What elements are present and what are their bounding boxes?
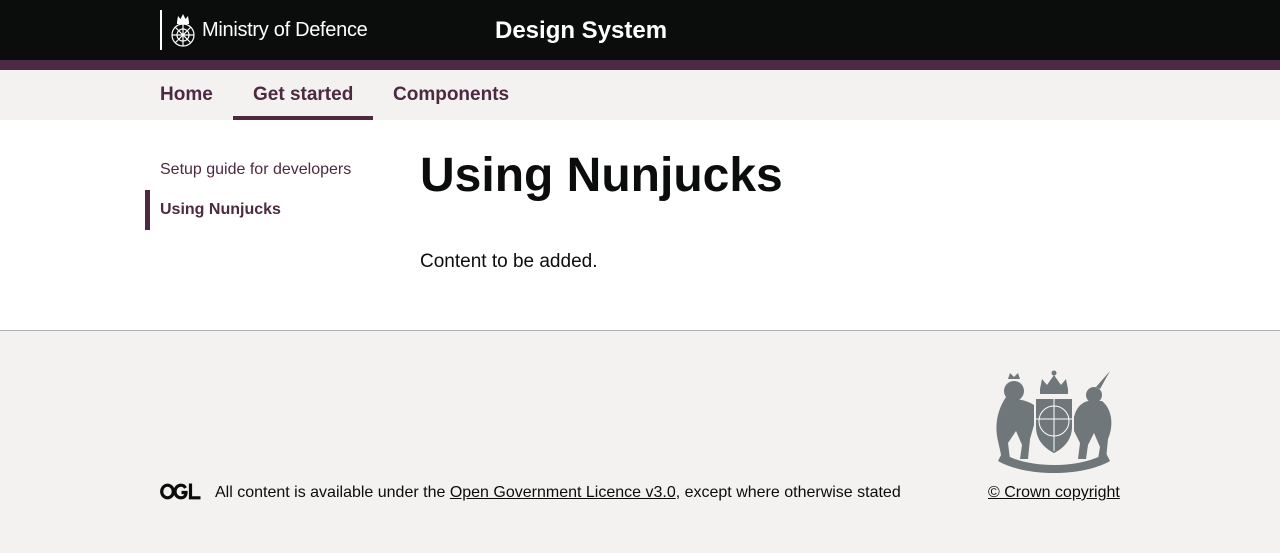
sidebar-item-using-nunjucks[interactable]: Using Nunjucks — [145, 190, 281, 230]
logo-text: Ministry of Defence — [202, 19, 368, 41]
royal-coat-of-arms-icon — [996, 370, 1112, 473]
crown-copyright-link[interactable]: © Crown copyright — [988, 484, 1120, 502]
licence-prefix: All content is available under the — [215, 484, 450, 501]
nav-item-home[interactable]: Home — [160, 70, 213, 120]
open-government-licence-link[interactable]: Open Government Licence v3.0 — [450, 484, 676, 501]
header-container: Ministry of Defence Design System — [160, 0, 1120, 60]
body-text: Content to be added. — [420, 251, 598, 272]
licence-suffix: , except where otherwise stated — [675, 484, 901, 501]
service-name-link[interactable]: Design System — [495, 0, 667, 62]
site-header: Ministry of Defence Design System — [0, 0, 1280, 60]
mod-logo-link[interactable]: Ministry of Defence — [160, 10, 368, 50]
primary-navigation: Home Get started Components — [0, 70, 1280, 120]
nav-item-get-started[interactable]: Get started — [233, 70, 374, 120]
nav-item-components[interactable]: Components — [393, 70, 509, 120]
main-content: Setup guide for developers Using Nunjuck… — [0, 120, 1280, 330]
mod-crest-icon — [171, 14, 195, 47]
sidebar-item-setup-guide[interactable]: Setup guide for developers — [160, 161, 351, 179]
site-footer: All content is available under the Open … — [0, 330, 1280, 553]
ogl-logo-icon — [160, 483, 201, 500]
page-title: Using Nunjucks — [420, 149, 783, 202]
licence-text: All content is available under the Open … — [215, 484, 901, 502]
